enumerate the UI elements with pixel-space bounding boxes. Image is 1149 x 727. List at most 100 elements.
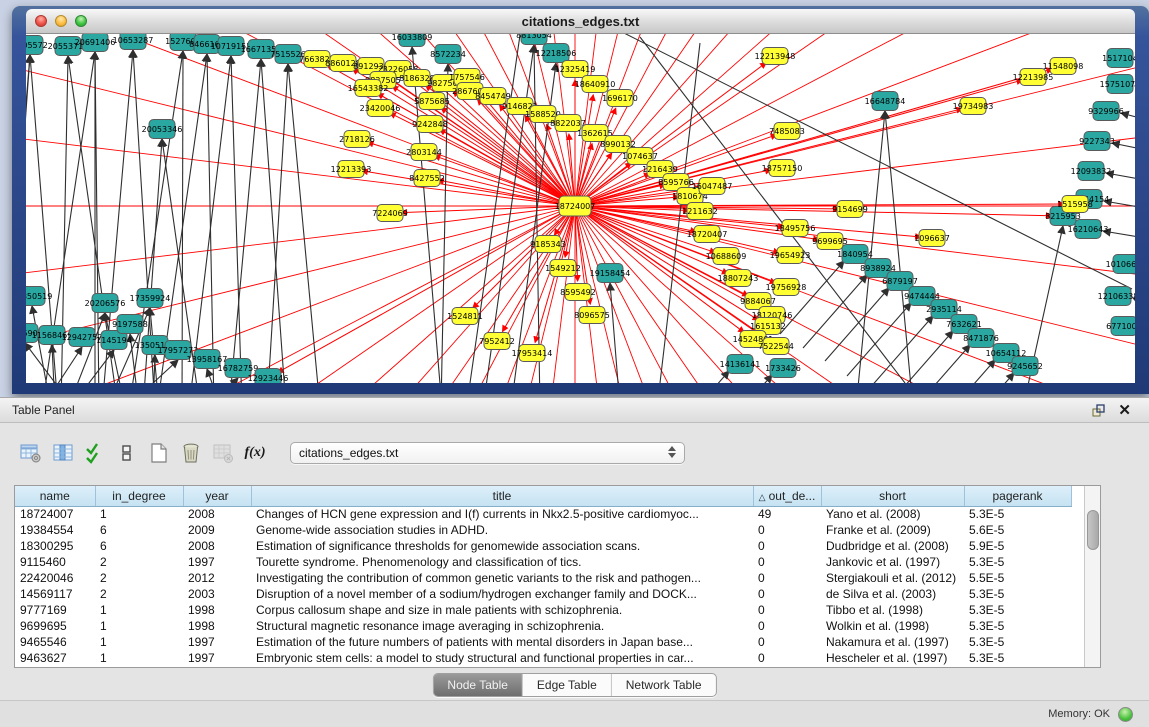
graph-node[interactable]: 1696170 (602, 90, 638, 107)
close-window-button[interactable] (35, 15, 47, 27)
cell-in_degree[interactable]: 6 (95, 522, 183, 538)
graph-node[interactable]: 12106338 (1098, 287, 1135, 306)
cell-in_degree[interactable]: 2 (95, 570, 183, 586)
close-panel-button[interactable]: ✕ (1112, 403, 1137, 418)
cell-out_degree[interactable]: 0 (753, 522, 821, 538)
new-table-icon[interactable] (146, 439, 172, 467)
graph-node[interactable]: 9245652 (1007, 357, 1043, 376)
graph-node[interactable]: 10653287 (113, 34, 154, 50)
column-visibility-icon[interactable] (50, 439, 76, 467)
cell-in_degree[interactable]: 6 (95, 538, 183, 554)
graph-node[interactable]: 16033809 (392, 34, 433, 47)
cell-in_degree[interactable]: 2 (95, 554, 183, 570)
network-view-canvas[interactable]: 2405572205537182069140610653287152760284… (26, 34, 1135, 383)
row-height-icon[interactable] (114, 439, 140, 467)
table-row[interactable]: 2242004622012Investigating the contribut… (15, 570, 1071, 586)
table-row[interactable]: 1938455462009Genome-wide association stu… (15, 522, 1071, 538)
cell-short[interactable]: Hescheler et al. (1997) (821, 650, 964, 666)
cell-short[interactable]: Tibbo et al. (1998) (821, 602, 964, 618)
table-row[interactable]: 946554611997Estimation of the future num… (15, 634, 1071, 650)
delete-table-icon[interactable] (178, 439, 204, 467)
graph-node[interactable]: 15751074 (1100, 75, 1135, 94)
cell-short[interactable]: Jankovic et al. (1997) (821, 554, 964, 570)
cell-out_degree[interactable]: 0 (753, 602, 821, 618)
cell-pagerank[interactable]: 5.3E-5 (964, 602, 1071, 618)
graph-node[interactable]: 1524811 (447, 308, 483, 325)
function-builder-icon[interactable]: f(x) (242, 439, 268, 467)
graph-node[interactable]: 19158454 (590, 264, 631, 283)
cell-year[interactable]: 2012 (183, 570, 251, 586)
graph-node[interactable]: 18724007 (555, 196, 596, 216)
cell-out_degree[interactable]: 0 (753, 586, 821, 602)
graph-node[interactable]: 12213985 (1013, 69, 1054, 86)
cell-title[interactable]: Estimation of the future numbers of pati… (251, 634, 753, 650)
graph-node[interactable]: 7952412 (479, 333, 515, 350)
tab-node-table[interactable]: Node Table (433, 674, 523, 696)
column-header-short[interactable]: short (821, 486, 964, 506)
cell-title[interactable]: Investigating the contribution of common… (251, 570, 753, 586)
table-row[interactable]: 946362711997Embryonic stem cells: a mode… (15, 650, 1071, 666)
minimize-window-button[interactable] (55, 15, 67, 27)
graph-node[interactable]: 8813054 (516, 34, 552, 45)
table-row[interactable]: 1872400712008Changes of HCN gene express… (15, 506, 1071, 522)
cell-short[interactable]: Franke et al. (2009) (821, 522, 964, 538)
cell-title[interactable]: Tourette syndrome. Phenomenology and cla… (251, 554, 753, 570)
tab-network-table[interactable]: Network Table (612, 674, 716, 696)
graph-node[interactable]: 19734983 (953, 98, 994, 115)
cell-in_degree[interactable]: 1 (95, 650, 183, 666)
graph-node[interactable]: 18757150 (762, 160, 803, 177)
column-header-in_degree[interactable]: in_degree (95, 486, 183, 506)
graph-node[interactable]: 8572234 (430, 45, 466, 64)
cell-year[interactable]: 2008 (183, 538, 251, 554)
cell-in_degree[interactable]: 1 (95, 618, 183, 634)
cell-short[interactable]: Nakamura et al. (1997) (821, 634, 964, 650)
graph-node[interactable]: 8595492 (560, 284, 596, 301)
cell-in_degree[interactable]: 1 (95, 634, 183, 650)
cell-name[interactable]: 18300295 (15, 538, 95, 554)
cell-year[interactable]: 1998 (183, 602, 251, 618)
cell-year[interactable]: 1998 (183, 618, 251, 634)
cell-title[interactable]: Disruption of a novel member of a sodium… (251, 586, 753, 602)
column-header-name[interactable]: name (15, 486, 95, 506)
cell-year[interactable]: 2009 (183, 522, 251, 538)
graph-node[interactable]: 5875685 (414, 93, 450, 110)
table-row[interactable]: 1830029562008Estimation of significance … (15, 538, 1071, 554)
scrollbar-thumb[interactable] (1087, 510, 1099, 550)
graph-node[interactable]: 19654923 (770, 247, 811, 264)
network-window-titlebar[interactable]: citations_edges.txt (26, 9, 1135, 34)
graph-node[interactable]: 9699695 (812, 233, 848, 250)
cell-in_degree[interactable]: 2 (95, 586, 183, 602)
cell-title[interactable]: Embryonic stem cells: a model to study s… (251, 650, 753, 666)
cell-name[interactable]: 9777169 (15, 602, 95, 618)
graph-node[interactable]: 7522544 (758, 338, 794, 355)
graph-node[interactable]: 16648784 (865, 92, 906, 111)
graph-node[interactable]: 8471876 (963, 329, 999, 348)
cell-title[interactable]: Corpus callosum shape and size in male p… (251, 602, 753, 618)
graph-node[interactable]: 9154699 (832, 201, 868, 218)
graph-node[interactable]: 2718126 (339, 131, 375, 148)
cell-out_degree[interactable]: 0 (753, 554, 821, 570)
cell-short[interactable]: de Silva et al. (2003) (821, 586, 964, 602)
graph-node[interactable]: 9227343 (1079, 132, 1115, 151)
graph-node[interactable]: 1211632 (682, 203, 718, 220)
graph-node[interactable]: 6771005 (1106, 317, 1135, 336)
graph-node[interactable]: 12213948 (755, 48, 796, 65)
cell-year[interactable]: 1997 (183, 650, 251, 666)
graph-node[interactable]: 11548098 (1043, 58, 1084, 75)
cell-short[interactable]: Wolkin et al. (1998) (821, 618, 964, 634)
cell-title[interactable]: Estimation of significance thresholds fo… (251, 538, 753, 554)
table-selector-dropdown[interactable]: citations_edges.txt (290, 442, 685, 464)
cell-out_degree[interactable]: 49 (753, 506, 821, 522)
graph-node[interactable]: 18720407 (687, 226, 728, 243)
graph-node[interactable]: 1515958 (1057, 196, 1093, 213)
graph-node[interactable]: 7485083 (769, 123, 805, 140)
cell-pagerank[interactable]: 5.9E-5 (964, 538, 1071, 554)
table-row[interactable]: 977716911998Corpus callosum shape and si… (15, 602, 1071, 618)
cell-name[interactable]: 9465546 (15, 634, 95, 650)
cell-pagerank[interactable]: 5.5E-5 (964, 570, 1071, 586)
cell-out_degree[interactable]: 0 (753, 570, 821, 586)
cell-short[interactable]: Stergiakouli et al. (2012) (821, 570, 964, 586)
cell-pagerank[interactable]: 5.6E-5 (964, 522, 1071, 538)
cell-name[interactable]: 9463627 (15, 650, 95, 666)
cell-year[interactable]: 2008 (183, 506, 251, 522)
